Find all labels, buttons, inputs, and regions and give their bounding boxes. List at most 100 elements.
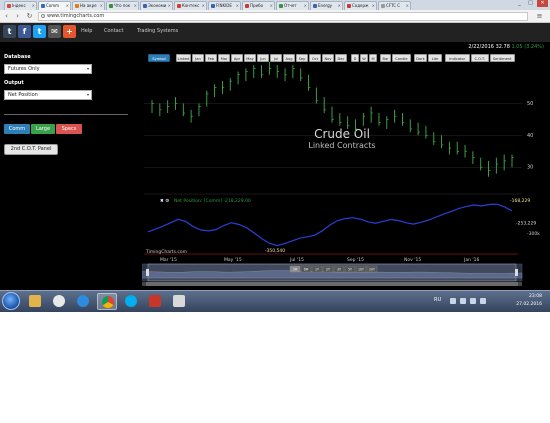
tab-close-icon[interactable]: × [236, 2, 239, 10]
nav-link-trading-systems[interactable]: Trading Systems [137, 28, 178, 34]
system-tray: RU 23:08 27.02.2016 [420, 291, 550, 312]
x-tick-label: Jan '16 [463, 257, 479, 263]
taskbar-app-explorer[interactable] [25, 293, 45, 310]
nav-link-help[interactable]: Help [81, 28, 92, 34]
twitter-icon[interactable]: t [33, 25, 46, 38]
browser-tab[interactable]: Прибо × [242, 1, 275, 10]
tab-label: Экономи [148, 3, 167, 8]
tab-close-icon[interactable]: × [66, 2, 69, 10]
tab-close-icon[interactable]: × [32, 2, 35, 10]
browser-tab[interactable]: Что пок × [106, 1, 139, 10]
taskbar-app-ie[interactable] [73, 293, 93, 310]
zoom-button-label: 3Y [337, 267, 341, 271]
maximize-icon[interactable]: □ [525, 0, 536, 7]
tab-label: CFTC C [386, 3, 401, 8]
caret-down-icon: ▾ [86, 92, 89, 97]
menu-icon[interactable]: ≡ [535, 12, 544, 21]
screen: Індекс × Comm × На акре × Что пок × Экономи × Конт… [0, 0, 550, 312]
email-icon[interactable]: ✉ [48, 25, 61, 38]
navigator-handle-right[interactable] [515, 269, 518, 276]
scrollbar-thumb[interactable] [146, 282, 518, 286]
add-icon[interactable]: + [63, 25, 76, 38]
tab-close-icon[interactable]: × [338, 2, 341, 10]
comm-button[interactable]: Comm [4, 124, 30, 134]
watermark: TimingCharts.com [145, 249, 187, 255]
taskbar-app-flash[interactable] [145, 293, 165, 310]
tab-favicon-icon [245, 4, 249, 8]
taskbar-app-skype[interactable] [121, 293, 141, 310]
tab-close-icon[interactable]: × [100, 2, 103, 10]
navigator-handle-left[interactable] [146, 269, 149, 276]
start-button-icon[interactable] [2, 292, 20, 310]
tab-close-icon[interactable]: × [202, 2, 205, 10]
database-value: Futures Only [8, 66, 40, 72]
output-select[interactable]: Net Position ▾ [4, 90, 92, 100]
price-tick-label: 50 [527, 101, 533, 107]
back-arrow-icon[interactable]: ‹ [2, 12, 11, 21]
left-panel: Database Futures Only ▾ Output Net Posit… [0, 42, 138, 290]
facebook-icon[interactable]: f [18, 25, 31, 38]
tray-flag-icon[interactable] [480, 298, 486, 304]
cot-legend-toggle-icon[interactable]: ✖ ⚙ [160, 198, 169, 204]
tray-volume-icon[interactable] [470, 298, 476, 304]
price-tick-label: 40 [527, 133, 533, 139]
large-button[interactable]: Large [31, 124, 55, 134]
browser-tab[interactable]: CFTC C × [378, 1, 411, 10]
browser-tab[interactable]: На акре × [72, 1, 105, 10]
browser-tab[interactable]: Содерж × [344, 1, 377, 10]
tab-label: Содерж [352, 3, 369, 8]
tray-arrow-icon[interactable] [450, 298, 456, 304]
x-tick-label: Jul '15 [289, 257, 304, 263]
x-tick-label: Nov '15 [404, 257, 421, 263]
tab-label: Что пок [114, 3, 131, 8]
browser-tab[interactable]: Energy × [310, 1, 343, 10]
reload-icon[interactable]: ↻ [25, 12, 34, 21]
x-tick-label: Mar '15 [160, 257, 177, 263]
tab-favicon-icon [7, 4, 11, 8]
second-cot-panel-button[interactable]: 2nd C.O.T. Panel [4, 144, 58, 155]
language-indicator[interactable]: RU [434, 297, 441, 303]
cot-legend: Net Position: [Comm] -218,229.00 [174, 198, 251, 204]
tab-favicon-icon [347, 4, 351, 8]
database-label: Database [4, 54, 31, 60]
specs-button[interactable]: Specs [56, 124, 82, 134]
nav-link-contact[interactable]: Contact [104, 28, 123, 34]
tab-close-icon[interactable]: × [304, 2, 307, 10]
tab-close-icon[interactable]: × [168, 2, 171, 10]
tab-label: На акре [80, 3, 97, 8]
browser-tab[interactable]: FINKIDE × [208, 1, 241, 10]
tab-close-icon[interactable]: × [134, 2, 137, 10]
taskbar-app-chrome[interactable] [97, 293, 117, 310]
browser-tab[interactable]: Контекс × [174, 1, 207, 10]
minimize-icon[interactable]: _ [514, 0, 525, 7]
browser-tab[interactable]: Экономи × [140, 1, 173, 10]
globe-icon [41, 14, 45, 18]
close-icon[interactable]: ✕ [537, 0, 548, 7]
tab-close-icon[interactable]: × [372, 2, 375, 10]
url-text: www.timingcharts.com [47, 13, 105, 19]
cot-min-label: -350,540 [265, 248, 285, 254]
tab-close-icon[interactable]: × [406, 2, 409, 10]
tab-favicon-icon [41, 4, 45, 8]
browser-tab[interactable]: Отчет × [276, 1, 309, 10]
taskbar-app-tool[interactable] [169, 293, 189, 310]
tab-close-icon[interactable]: × [270, 2, 273, 10]
site-header: t f t ✉ + Help Contact Trading Systems [0, 23, 550, 42]
clock-time[interactable]: 23:08 [529, 294, 542, 299]
url-input[interactable]: www.timingcharts.com [38, 12, 528, 21]
taskbar-app-media[interactable] [49, 293, 69, 310]
clock-date[interactable]: 27.02.2016 [516, 302, 542, 307]
tumblr-icon[interactable]: t [3, 25, 16, 38]
divider [4, 114, 128, 115]
chart-svg[interactable]: 50 40 30 Crude OilLinked Contracts ✖ ⚙ Net Po… [142, 42, 544, 290]
forward-arrow-icon[interactable]: › [13, 12, 22, 21]
x-tick-label: Sep '15 [347, 257, 364, 263]
tab-favicon-icon [279, 4, 283, 8]
database-select[interactable]: Futures Only ▾ [4, 64, 92, 74]
tray-network-icon[interactable] [460, 298, 466, 304]
address-bar: ‹ › ↻ www.timingcharts.com ≡ [0, 10, 550, 23]
tab-favicon-icon [109, 4, 113, 8]
browser-tab[interactable]: Comm × [38, 1, 71, 10]
zoom-button-label: 3M [293, 267, 298, 271]
browser-tab[interactable]: Індекс × [4, 1, 37, 10]
